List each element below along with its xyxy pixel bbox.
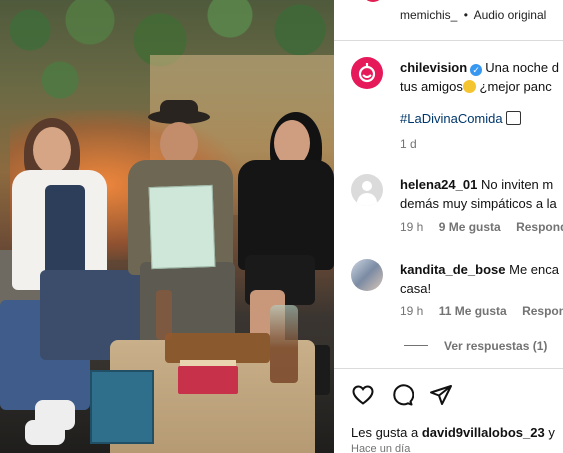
- video-player[interactable]: [0, 0, 334, 453]
- clapper-icon: [505, 111, 521, 125]
- caption-username[interactable]: chilevision: [400, 60, 467, 75]
- comment-avatar[interactable]: [351, 259, 383, 291]
- view-replies-button[interactable]: Ver respuestas (1): [404, 339, 547, 353]
- header-divider: [334, 40, 563, 41]
- blue-crate: [90, 370, 154, 444]
- comment-time: 19 h: [400, 220, 424, 234]
- caption-time: 1 d: [400, 137, 417, 151]
- post-date: Hace un día: [351, 443, 411, 453]
- view-replies-label[interactable]: Ver respuestas (1): [444, 339, 547, 353]
- actions-divider: [334, 368, 563, 369]
- placeholder-avatar-icon: [362, 181, 372, 191]
- comment-time: 19 h: [400, 304, 424, 318]
- separator-dot: •: [463, 8, 468, 22]
- snack-board: [165, 333, 270, 363]
- bottle: [270, 305, 298, 383]
- comment-text: Me enca: [509, 262, 559, 277]
- book: [178, 366, 238, 394]
- comment-username[interactable]: helena24_01: [400, 177, 477, 192]
- caption-text-3: ¿mejor panc: [479, 79, 552, 94]
- post-caption: chilevision ✓ Una noche d tus amigos ¿mejo…: [400, 58, 563, 96]
- comment-likes[interactable]: 11 Me gusta: [439, 304, 507, 318]
- hashtag-link[interactable]: #LaDivinaComida: [400, 111, 521, 126]
- caption-text-2: tus amigos: [400, 79, 463, 94]
- hashtag-text[interactable]: #LaDivinaComida: [400, 111, 503, 126]
- comment-2: kandita_de_bose Me enca casa!: [400, 260, 563, 298]
- verified-icon: ✓: [470, 64, 483, 76]
- chilevision-logo-icon: [358, 63, 376, 83]
- poster-avatar[interactable]: [362, 0, 384, 2]
- comment-2-meta: 19 h 11 Me gusta Responde: [400, 304, 563, 318]
- comment-username[interactable]: kandita_de_bose: [400, 262, 506, 277]
- post-sidebar: memichis_ • Audio original chilevision ✓ U…: [334, 0, 563, 453]
- paper-sheet: [148, 184, 216, 270]
- poster-username[interactable]: memichis_: [400, 8, 457, 22]
- likes-summary: Les gusta a david9villalobos_23 y: [351, 425, 555, 440]
- comment-1: helena24_01 No inviten m demás muy simpá…: [400, 175, 563, 213]
- replies-line: [404, 345, 428, 346]
- comment-1-meta: 19 h 9 Me gusta Responde: [400, 220, 563, 234]
- comment-text-cont: demás muy simpáticos a la: [400, 196, 557, 211]
- comment-likes[interactable]: 9 Me gusta: [439, 220, 501, 234]
- glass: [156, 290, 172, 340]
- comment-icon[interactable]: [390, 383, 414, 407]
- audio-label[interactable]: Audio original: [474, 8, 547, 22]
- heart-icon[interactable]: [351, 383, 375, 407]
- smiley-hearts-icon: [462, 80, 476, 93]
- comment-text-cont: casa!: [400, 281, 432, 296]
- caption-text-1: Una noche d: [485, 60, 559, 75]
- chilevision-avatar[interactable]: [351, 57, 383, 89]
- reply-button[interactable]: Responde: [516, 220, 563, 234]
- likes-user[interactable]: david9villalobos_23: [422, 425, 545, 440]
- share-icon[interactable]: [429, 383, 453, 407]
- reply-button[interactable]: Responde: [522, 304, 563, 318]
- post-header-meta: memichis_ • Audio original: [400, 8, 546, 22]
- likes-prefix: Les gusta a: [351, 425, 419, 440]
- comment-avatar[interactable]: [351, 174, 383, 206]
- comment-text: No inviten m: [480, 177, 554, 192]
- likes-suffix: y: [548, 425, 555, 440]
